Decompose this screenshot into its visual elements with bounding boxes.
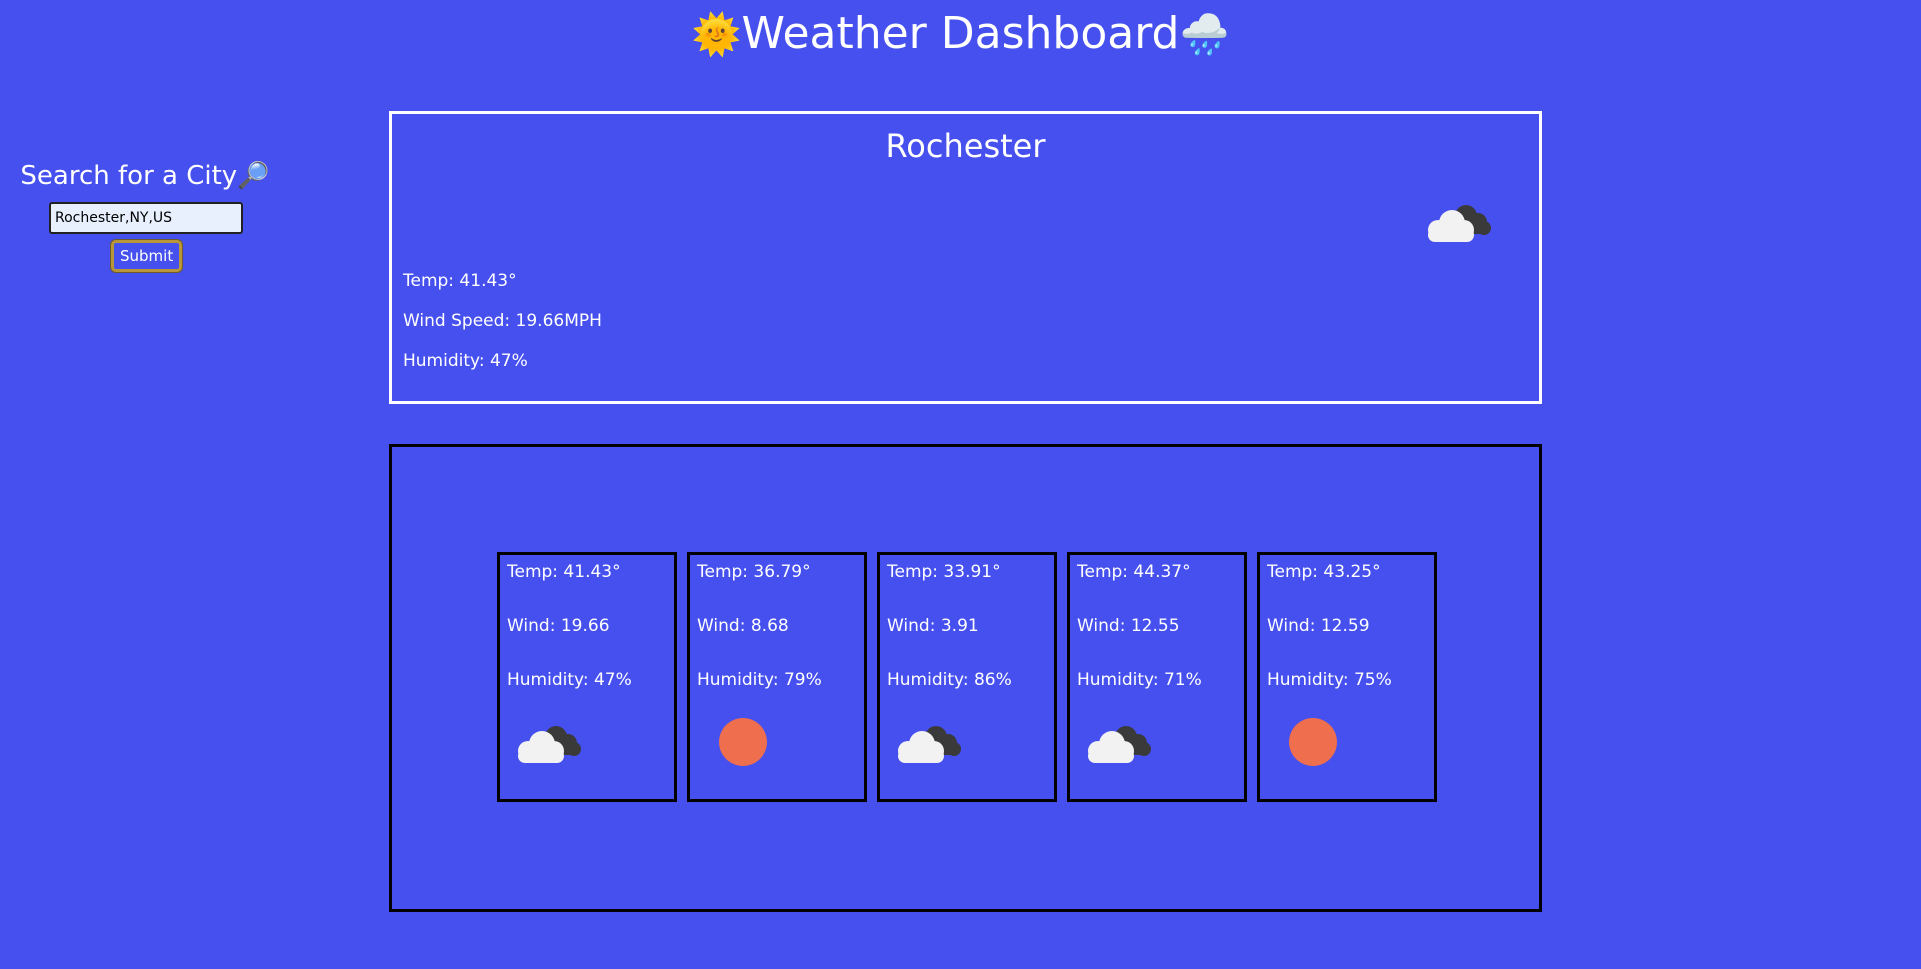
- forecast-humidity: Humidity: 79%: [697, 670, 822, 690]
- magnifier-icon: 🔎: [237, 161, 270, 191]
- forecast-wind: Wind: 12.59: [1267, 616, 1370, 636]
- page-title: 🌞Weather Dashboard🌧️: [0, 6, 1921, 63]
- forecast-temp: Temp: 41.43°: [507, 562, 621, 582]
- forecast-card: Temp: 43.25° Wind: 12.59 Humidity: 75%: [1257, 552, 1437, 802]
- cloudy-icon: [890, 717, 966, 767]
- forecast-humidity: Humidity: 47%: [507, 670, 632, 690]
- sun-icon: 🌞: [691, 12, 742, 58]
- forecast-card: Temp: 41.43° Wind: 19.66 Humidity: 47%: [497, 552, 677, 802]
- forecast-row: Temp: 41.43° Wind: 19.66 Humidity: 47% T…: [497, 552, 1437, 802]
- forecast-card: Temp: 36.79° Wind: 8.68 Humidity: 79%: [687, 552, 867, 802]
- current-humidity: Humidity: 47%: [403, 351, 528, 371]
- search-heading-text: Search for a City: [20, 161, 238, 191]
- current-weather-card: Rochester Temp: 41.43° Wind Speed: 19.66…: [389, 111, 1542, 404]
- current-wind-speed: Wind Speed: 19.66MPH: [403, 311, 602, 331]
- page-title-text: Weather Dashboard: [741, 8, 1180, 59]
- forecast-temp: Temp: 33.91°: [887, 562, 1001, 582]
- forecast-card: Temp: 44.37° Wind: 12.55 Humidity: 71%: [1067, 552, 1247, 802]
- current-stats: Temp: 41.43° Wind Speed: 19.66MPH Humidi…: [403, 271, 602, 391]
- forecast-temp: Temp: 36.79°: [697, 562, 811, 582]
- rain-cloud-icon: 🌧️: [1179, 12, 1230, 58]
- sun-icon: [700, 717, 776, 767]
- forecast-wind: Wind: 3.91: [887, 616, 979, 636]
- forecast-humidity: Humidity: 86%: [887, 670, 1012, 690]
- sun-icon: [1270, 717, 1346, 767]
- forecast-section: Temp: 41.43° Wind: 19.66 Humidity: 47% T…: [389, 444, 1542, 912]
- submit-button[interactable]: Submit: [111, 240, 183, 272]
- forecast-temp: Temp: 44.37°: [1077, 562, 1191, 582]
- cloudy-icon: [1080, 717, 1156, 767]
- search-heading: Search for a City🔎: [20, 158, 270, 194]
- forecast-card: Temp: 33.91° Wind: 3.91 Humidity: 86%: [877, 552, 1057, 802]
- forecast-humidity: Humidity: 71%: [1077, 670, 1202, 690]
- cloudy-icon: [510, 717, 586, 767]
- forecast-temp: Temp: 43.25°: [1267, 562, 1381, 582]
- forecast-wind: Wind: 8.68: [697, 616, 789, 636]
- cloudy-icon: [1420, 196, 1496, 246]
- current-temp: Temp: 41.43°: [403, 271, 517, 291]
- forecast-wind: Wind: 12.55: [1077, 616, 1180, 636]
- forecast-humidity: Humidity: 75%: [1267, 670, 1392, 690]
- city-name: Rochester: [885, 127, 1046, 165]
- forecast-wind: Wind: 19.66: [507, 616, 610, 636]
- city-search-input[interactable]: [49, 202, 243, 234]
- search-panel: Search for a City🔎 Submit: [20, 158, 270, 272]
